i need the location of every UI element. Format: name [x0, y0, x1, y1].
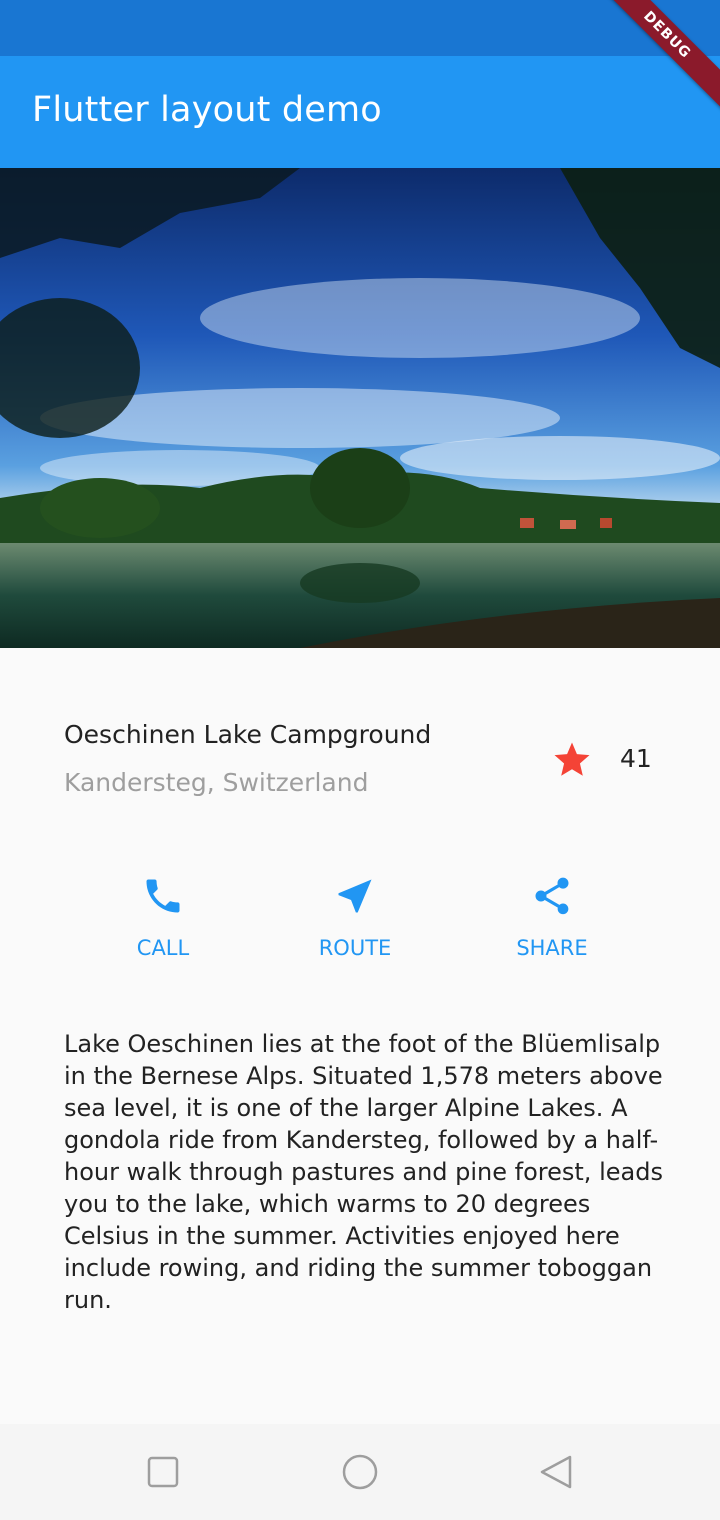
favorite-count: 41 [620, 744, 652, 773]
share-icon [535, 877, 569, 915]
app-bar: Flutter layout demo [0, 56, 720, 168]
home-icon[interactable] [340, 1452, 380, 1492]
place-name: Oeschinen Lake Campground [64, 720, 432, 749]
lake-photo [0, 168, 720, 648]
back-icon[interactable] [536, 1452, 576, 1492]
action-buttons-row: CALL ROUTE SHARE [0, 860, 720, 1000]
phone-icon [146, 879, 180, 913]
route-button[interactable]: ROUTE [275, 860, 435, 980]
star-icon[interactable] [551, 739, 593, 781]
place-location: Kandersteg, Switzerland [64, 768, 369, 797]
route-label: ROUTE [318, 936, 392, 960]
call-label: CALL [136, 936, 190, 960]
app-title: Flutter layout demo [32, 90, 382, 130]
system-nav-bar [0, 1424, 720, 1520]
share-label: SHARE [516, 936, 588, 960]
call-button[interactable]: CALL [83, 860, 243, 980]
status-bar [0, 0, 720, 56]
recent-apps-icon[interactable] [143, 1452, 183, 1492]
navigation-arrow-icon [338, 879, 372, 913]
share-button[interactable]: SHARE [472, 860, 632, 980]
title-section: Oeschinen Lake Campground Kandersteg, Sw… [0, 648, 720, 838]
description-text: Lake Oeschinen lies at the foot of the B… [64, 1030, 663, 1314]
